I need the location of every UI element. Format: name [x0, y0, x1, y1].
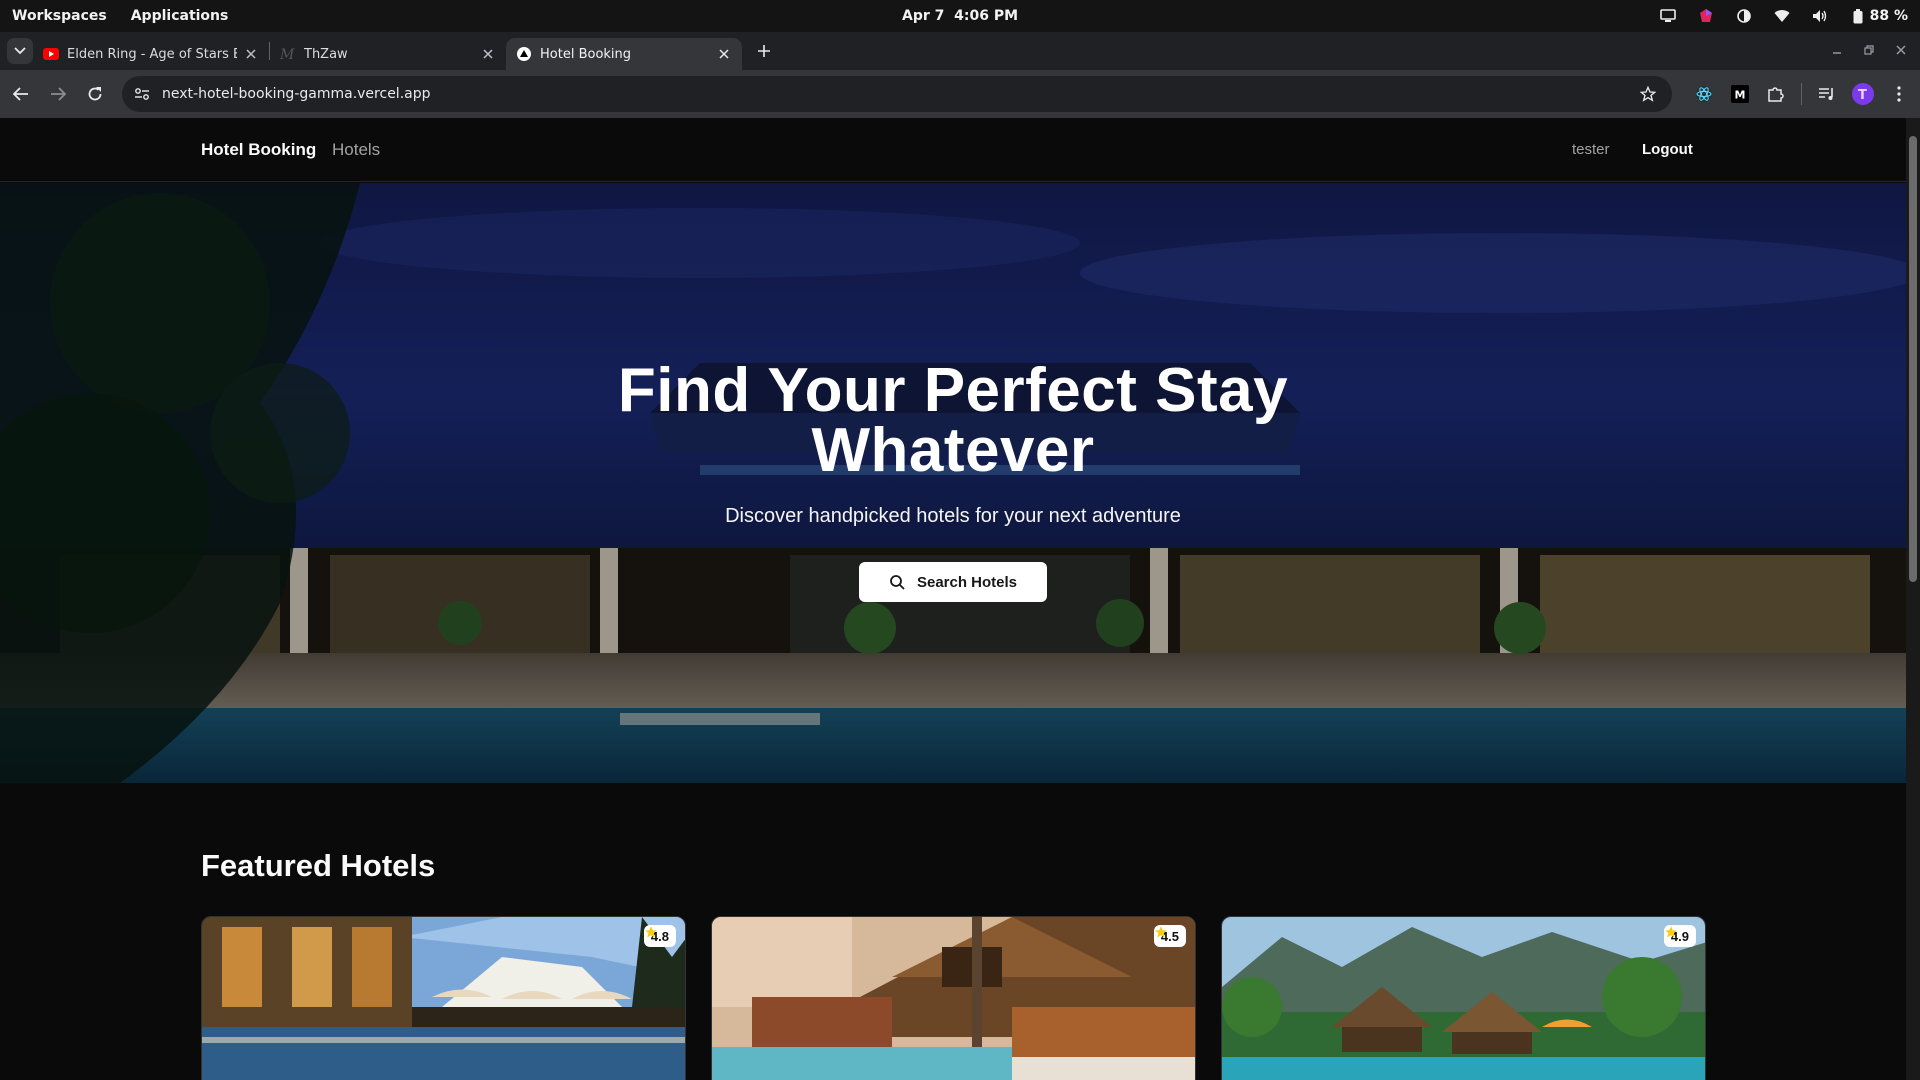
hero-subtitle: Discover handpicked hotels for your next…: [725, 505, 1181, 527]
kebab-menu-icon[interactable]: [1888, 83, 1910, 105]
featured-hotels-heading: Featured Hotels: [201, 848, 436, 883]
plus-icon: [758, 45, 770, 57]
svg-text:M: M: [1735, 89, 1746, 102]
search-hotels-label: Search Hotels: [916, 573, 1018, 591]
tab-thzaw[interactable]: M ThZaw: [270, 38, 506, 70]
night-light-icon[interactable]: [1736, 8, 1752, 24]
volume-icon[interactable]: [1812, 8, 1828, 24]
hotel-image: [712, 917, 1195, 1080]
hotel-card[interactable]: 4.5: [711, 916, 1196, 1080]
wifi-icon[interactable]: [1774, 8, 1790, 24]
rating-badge: 4.9: [1663, 925, 1696, 947]
workspaces-menu[interactable]: Workspaces: [12, 8, 107, 24]
page-scrollbar[interactable]: [1906, 118, 1920, 1080]
extensions-puzzle-icon[interactable]: [1765, 83, 1787, 105]
battery-icon: [1850, 8, 1866, 24]
close-icon[interactable]: [243, 46, 259, 62]
logout-button[interactable]: Logout: [1642, 141, 1693, 158]
scrollbar-thumb[interactable]: [1909, 136, 1917, 582]
bookmark-star-icon[interactable]: [1634, 80, 1662, 108]
site-navbar: Hotel Booking Hotels tester Logout: [0, 118, 1906, 182]
profile-avatar[interactable]: T: [1852, 83, 1874, 105]
os-top-bar: Workspaces Applications Apr 7 4:06 PM 88…: [0, 0, 1920, 32]
hotel-image: [1222, 917, 1705, 1080]
hero-title-line1: Find Your Perfect Stay: [617, 356, 1289, 425]
clock: Apr 7 4:06 PM: [0, 8, 1920, 24]
close-icon[interactable]: [716, 46, 732, 62]
star-icon: [645, 926, 657, 938]
forward-button[interactable]: [42, 78, 74, 110]
tab-search-button[interactable]: [7, 38, 33, 64]
minimize-icon[interactable]: [1832, 42, 1842, 60]
nav-link-hotels[interactable]: Hotels: [332, 140, 380, 160]
star-icon: [1665, 926, 1677, 938]
tab-title: Elden Ring - Age of Stars Ending: [67, 46, 237, 62]
battery-percent: 88 %: [1869, 8, 1908, 24]
applications-menu[interactable]: Applications: [131, 8, 229, 24]
url-text[interactable]: next-hotel-booking-gamma.vercel.app: [162, 86, 431, 102]
svg-text:M: M: [280, 47, 295, 61]
featured-hotels-grid: 4.8 4.5 4.9: [201, 916, 1706, 1080]
brand-link[interactable]: Hotel Booking: [201, 140, 316, 160]
toolbar-divider: [1801, 83, 1802, 105]
hotel-card[interactable]: 4.8: [201, 916, 686, 1080]
reload-icon: [88, 87, 102, 101]
tab-elden-ring[interactable]: Elden Ring - Age of Stars Ending: [33, 38, 269, 70]
browser-toolbar: next-hotel-booking-gamma.vercel.app M T: [0, 70, 1920, 118]
new-tab-button[interactable]: [750, 37, 778, 65]
rating-badge: 4.8: [643, 925, 676, 947]
clock-date[interactable]: Apr 7: [902, 8, 944, 24]
browser-tab-strip: Elden Ring - Age of Stars Ending M ThZaw…: [0, 32, 1920, 70]
search-icon: [890, 575, 905, 590]
youtube-icon: [43, 46, 59, 62]
vercel-icon: [516, 46, 532, 62]
arrow-right-icon: [51, 87, 66, 101]
hero-title: Find Your Perfect Stay Whatever: [0, 356, 1906, 485]
tab-title: Hotel Booking: [540, 46, 632, 62]
medium-extension-icon[interactable]: M: [1729, 83, 1751, 105]
page-viewport: Hotel Booking Hotels tester Logout Find …: [0, 118, 1906, 1080]
rating-badge: 4.5: [1153, 925, 1186, 947]
hero-title-line2: Whatever: [811, 416, 1095, 485]
chevron-down-icon: [14, 47, 26, 55]
tab-hotel-booking[interactable]: Hotel Booking: [506, 38, 742, 70]
arrow-left-icon: [13, 87, 28, 101]
restore-icon[interactable]: [1864, 42, 1874, 60]
screen-share-icon[interactable]: [1659, 8, 1676, 24]
clock-time[interactable]: 4:06 PM: [954, 8, 1018, 24]
search-hotels-button[interactable]: Search Hotels: [859, 562, 1047, 602]
medium-icon: M: [280, 46, 296, 62]
reload-button[interactable]: [79, 78, 111, 110]
window-close-icon[interactable]: [1896, 42, 1906, 60]
star-icon: [1155, 926, 1167, 938]
tab-title: ThZaw: [304, 46, 348, 62]
back-button[interactable]: [5, 78, 37, 110]
address-bar[interactable]: next-hotel-booking-gamma.vercel.app: [122, 76, 1672, 112]
media-control-icon[interactable]: [1816, 83, 1838, 105]
battery-indicator[interactable]: 88 %: [1850, 8, 1908, 24]
react-devtools-icon[interactable]: [1693, 83, 1715, 105]
username-label: tester: [1572, 141, 1610, 158]
close-icon[interactable]: [480, 46, 496, 62]
app-indicator-icon[interactable]: [1698, 8, 1714, 24]
hotel-image: [202, 917, 685, 1080]
hero-section: Find Your Perfect Stay Whatever Discover…: [0, 183, 1906, 783]
hotel-card[interactable]: 4.9: [1221, 916, 1706, 1080]
svg-text:T: T: [1858, 88, 1867, 103]
site-settings-icon[interactable]: [128, 80, 156, 108]
